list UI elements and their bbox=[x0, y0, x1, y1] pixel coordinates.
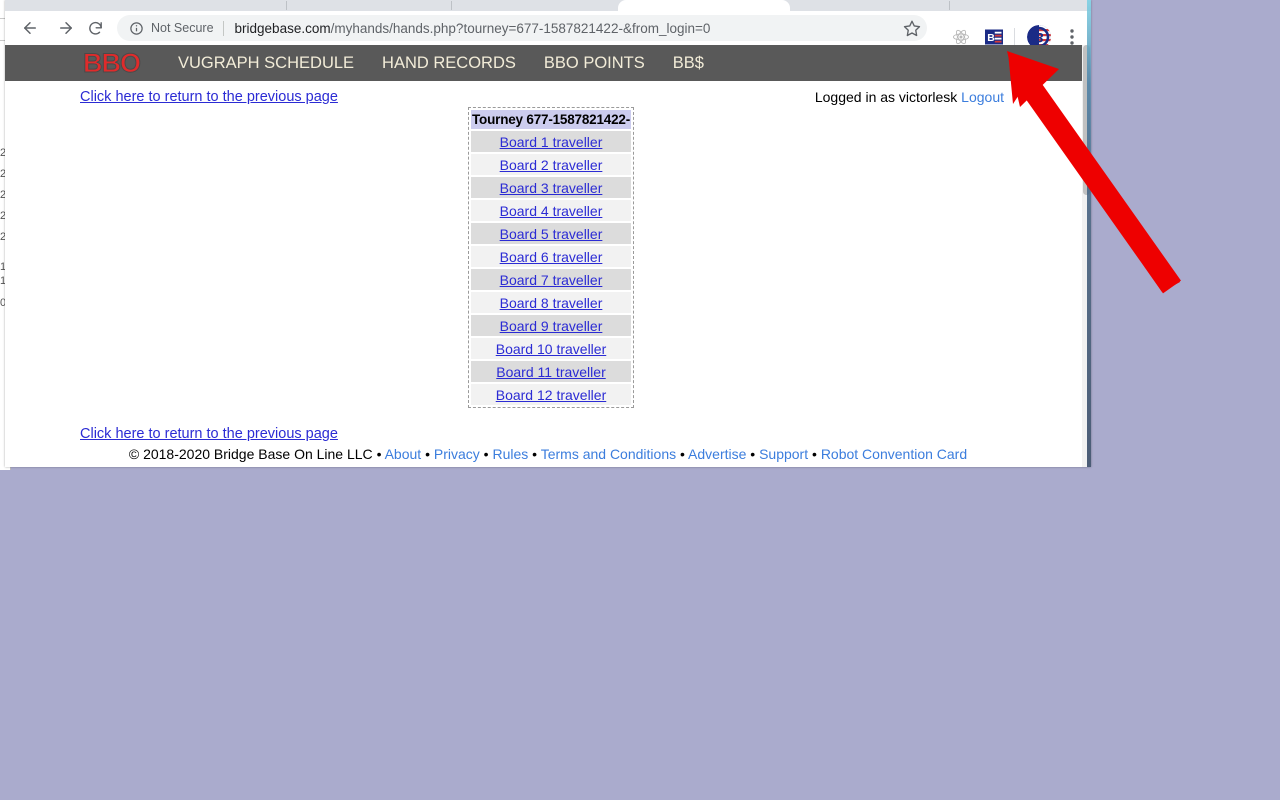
footer-separator: • bbox=[483, 446, 489, 462]
board-traveller-link[interactable]: Board 5 traveller bbox=[500, 226, 603, 242]
board-traveller-link[interactable]: Board 1 traveller bbox=[500, 134, 603, 150]
tab-separator bbox=[451, 1, 452, 10]
footer-link-rules[interactable]: Rules bbox=[492, 446, 528, 462]
footer-separator: • bbox=[376, 446, 382, 462]
table-row[interactable]: Board 5 traveller bbox=[471, 223, 631, 244]
board-traveller-link[interactable]: Board 3 traveller bbox=[500, 180, 603, 196]
return-link-top[interactable]: Click here to return to the previous pag… bbox=[80, 89, 338, 105]
footer-separator: • bbox=[680, 446, 685, 462]
footer-link-privacy[interactable]: Privacy bbox=[434, 446, 480, 462]
table-row[interactable]: Board 8 traveller bbox=[471, 292, 631, 313]
url-host: bridgebase.com bbox=[234, 20, 331, 36]
footer-link-terms[interactable]: Terms and Conditions bbox=[541, 446, 676, 462]
browser-toolbar: Not Secure bridgebase.com/myhands/hands.… bbox=[5, 11, 1091, 49]
table-row[interactable]: Board 11 traveller bbox=[471, 361, 631, 382]
table-row[interactable]: Board 6 traveller bbox=[471, 246, 631, 267]
omnibox-divider bbox=[222, 20, 224, 36]
table-row[interactable]: Board 7 traveller bbox=[471, 269, 631, 290]
footer-link-advertise[interactable]: Advertise bbox=[688, 446, 746, 462]
footer-separator: • bbox=[532, 446, 538, 462]
info-circle-icon[interactable] bbox=[129, 21, 144, 36]
security-status-label: Not Secure bbox=[151, 21, 214, 35]
footer-separator: • bbox=[812, 446, 817, 462]
nav-link-bbo-points[interactable]: BBO POINTS bbox=[544, 54, 645, 73]
tab-separator bbox=[286, 1, 287, 10]
page-content: Click here to return to the previous pag… bbox=[5, 81, 1091, 467]
table-header-row: Tourney 677-1587821422- bbox=[471, 110, 631, 129]
footer-separator: • bbox=[750, 446, 756, 462]
footer-link-robot-convention-card[interactable]: Robot Convention Card bbox=[821, 446, 967, 462]
react-devtools-icon[interactable] bbox=[952, 28, 970, 46]
svg-text:B: B bbox=[987, 32, 995, 44]
window-right-edge bbox=[1087, 0, 1091, 467]
footer-link-about[interactable]: About bbox=[385, 446, 422, 462]
tourney-title: Tourney 677-1587821422- bbox=[471, 110, 631, 129]
board-traveller-link[interactable]: Board 6 traveller bbox=[500, 249, 603, 265]
table-row[interactable]: Board 10 traveller bbox=[471, 338, 631, 359]
table-row[interactable]: Board 4 traveller bbox=[471, 200, 631, 221]
board-traveller-link[interactable]: Board 11 traveller bbox=[496, 364, 605, 380]
traveller-table: Tourney 677-1587821422- Board 1 travelle… bbox=[468, 107, 634, 408]
board-traveller-link[interactable]: Board 8 traveller bbox=[500, 295, 603, 311]
return-link-bottom[interactable]: Click here to return to the previous pag… bbox=[80, 426, 338, 442]
bbo-logo[interactable]: BBO bbox=[83, 49, 142, 77]
browser-window: Not Secure bridgebase.com/myhands/hands.… bbox=[5, 0, 1091, 467]
table-row[interactable]: Board 2 traveller bbox=[471, 154, 631, 175]
nav-link-hand-records[interactable]: HAND RECORDS bbox=[382, 54, 516, 73]
board-traveller-link[interactable]: Board 7 traveller bbox=[500, 272, 603, 288]
footer-link-support[interactable]: Support bbox=[759, 446, 808, 462]
reload-icon[interactable] bbox=[81, 14, 109, 42]
board-traveller-link[interactable]: Board 2 traveller bbox=[500, 157, 603, 173]
url-path: /myhands/hands.php?tourney=677-158782142… bbox=[330, 20, 711, 36]
logout-link[interactable]: Logout bbox=[961, 89, 1004, 105]
nav-link-vugraph-schedule[interactable]: VUGRAPH SCHEDULE bbox=[178, 54, 354, 73]
board-traveller-link[interactable]: Board 12 traveller bbox=[496, 387, 607, 403]
login-status-label: Logged in as victorlesk bbox=[814, 89, 958, 105]
site-navigation-bar: BBO VUGRAPH SCHEDULE HAND RECORDS BBO PO… bbox=[5, 45, 1091, 81]
footer-separator: • bbox=[425, 446, 430, 462]
tab-separator bbox=[949, 1, 950, 10]
board-traveller-link[interactable]: Board 9 traveller bbox=[500, 318, 603, 334]
desktop-background: 2 2 2 2 2 1 1 0 Not Secure bridgebase.co… bbox=[0, 0, 1280, 800]
three-dot-menu-icon[interactable] bbox=[1063, 27, 1081, 47]
board-traveller-link[interactable]: Board 4 traveller bbox=[500, 203, 603, 219]
nav-link-bb-dollars[interactable]: BB$ bbox=[673, 54, 704, 73]
table-row[interactable]: Board 3 traveller bbox=[471, 177, 631, 198]
back-icon[interactable] bbox=[16, 14, 44, 42]
forward-icon[interactable] bbox=[52, 14, 80, 42]
site-footer: © 2018-2020 Bridge Base On Line LLC • Ab… bbox=[5, 446, 1091, 462]
bbo-extension-icon[interactable]: B bbox=[985, 28, 1003, 46]
table-row[interactable]: Board 12 traveller bbox=[471, 384, 631, 405]
address-bar[interactable]: Not Secure bridgebase.com/myhands/hands.… bbox=[117, 15, 927, 41]
table-row[interactable]: Board 1 traveller bbox=[471, 131, 631, 152]
copyright-text: © 2018-2020 Bridge Base On Line LLC bbox=[128, 446, 373, 462]
page-viewport: BBO VUGRAPH SCHEDULE HAND RECORDS BBO PO… bbox=[5, 45, 1091, 467]
url-text: bridgebase.com/myhands/hands.php?tourney… bbox=[235, 21, 711, 36]
svg-text:B: B bbox=[1034, 30, 1044, 46]
bookmark-star-icon[interactable] bbox=[903, 19, 921, 37]
toolbar-divider bbox=[1014, 28, 1015, 45]
active-tab[interactable] bbox=[618, 0, 790, 11]
table-row[interactable]: Board 9 traveller bbox=[471, 315, 631, 336]
board-traveller-link[interactable]: Board 10 traveller bbox=[496, 341, 607, 357]
login-status: Logged in as victorlesk Logout bbox=[815, 89, 1004, 105]
browser-tab-strip[interactable] bbox=[5, 0, 1091, 11]
